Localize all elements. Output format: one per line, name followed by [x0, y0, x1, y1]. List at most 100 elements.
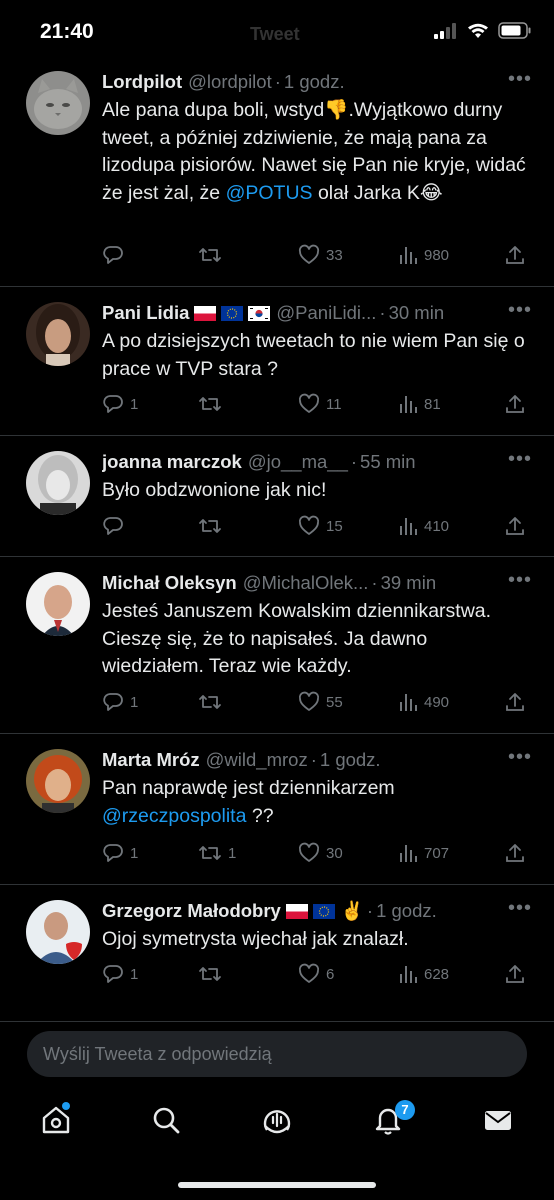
- reply-button[interactable]: 1: [102, 842, 138, 864]
- more-icon[interactable]: •••: [508, 746, 532, 769]
- views-icon: [398, 393, 418, 415]
- tweet-time: 1 godz.: [376, 900, 437, 921]
- tweet[interactable]: Pani Lidia @PaniLidi... · 30 min A po dz…: [0, 287, 554, 436]
- views-icon: [398, 691, 418, 713]
- retweet-button[interactable]: [198, 515, 222, 537]
- like-button[interactable]: 11: [298, 393, 342, 415]
- reply-button[interactable]: 1: [102, 691, 138, 713]
- views-button[interactable]: 628: [398, 963, 449, 985]
- tweet-text: Ojoj symetrysta wjechał jak znalazł.: [102, 928, 409, 950]
- tweet[interactable]: joanna marczok @jo__ma__ · 55 min Było o…: [0, 436, 554, 557]
- like-button[interactable]: 6: [298, 963, 334, 985]
- author-handle[interactable]: @jo__ma__: [248, 449, 348, 475]
- more-icon[interactable]: •••: [508, 299, 532, 322]
- views-icon: [398, 515, 418, 537]
- like-count: 33: [326, 246, 343, 264]
- like-count: 11: [326, 395, 342, 413]
- views-button[interactable]: 980: [398, 244, 449, 266]
- tweet[interactable]: Michał Oleksyn @MichalOlek... · 39 min J…: [0, 557, 554, 734]
- reply-count: 1: [130, 965, 139, 983]
- tweet-actions: 1 55 490: [102, 691, 528, 715]
- tweet-text: Było obdzwonione jak nic!: [102, 479, 327, 501]
- reply-feed: Lordpilot @lordpilot · 1 godz. Ale pana …: [0, 56, 554, 1022]
- avatar[interactable]: [26, 302, 90, 366]
- reply-input[interactable]: Wyślij Tweeta z odpowiedzią: [27, 1031, 527, 1077]
- like-button[interactable]: 15: [298, 515, 343, 537]
- avatar[interactable]: [26, 71, 90, 135]
- separator-dot: ·: [350, 451, 358, 472]
- messages-icon[interactable]: [482, 1104, 514, 1136]
- like-icon: [298, 842, 320, 864]
- share-button[interactable]: [504, 515, 526, 537]
- author-handle[interactable]: @MichalOlek...: [243, 570, 369, 596]
- separator-dot: ·: [366, 900, 374, 921]
- share-button[interactable]: [504, 963, 526, 985]
- notifications-badge: 7: [395, 1100, 415, 1120]
- retweet-icon: [198, 691, 222, 713]
- avatar[interactable]: [26, 900, 90, 964]
- views-button[interactable]: 707: [398, 842, 449, 864]
- tab-bar: [0, 1094, 554, 1154]
- like-count: 30: [326, 844, 343, 862]
- tweet[interactable]: Lordpilot @lordpilot · 1 godz. Ale pana …: [0, 56, 554, 287]
- author-name[interactable]: Lordpilot: [102, 69, 182, 95]
- author-handle[interactable]: @PaniLidi...: [276, 300, 376, 326]
- share-icon: [504, 842, 526, 864]
- tweet[interactable]: Grzegorz Małodobry ✌️ · 1 godz. Ojoj sym…: [0, 885, 554, 1022]
- like-button[interactable]: 30: [298, 842, 343, 864]
- like-button[interactable]: 33: [298, 244, 343, 266]
- author-handle[interactable]: @lordpilot: [188, 69, 272, 95]
- reply-button[interactable]: 1: [102, 963, 138, 985]
- retweet-button[interactable]: [198, 691, 222, 713]
- views-button[interactable]: 81: [398, 393, 441, 415]
- retweet-button[interactable]: [198, 244, 222, 266]
- views-button[interactable]: 410: [398, 515, 449, 537]
- retweet-button[interactable]: [198, 963, 222, 985]
- reply-button[interactable]: [102, 244, 124, 266]
- home-indicator[interactable]: [178, 1182, 376, 1188]
- tweet-header: joanna marczok @jo__ma__ · 55 min: [102, 449, 528, 475]
- share-button[interactable]: [504, 393, 526, 415]
- views-button[interactable]: 490: [398, 691, 449, 713]
- header-title: Tweet: [250, 24, 300, 44]
- spaces-icon[interactable]: [261, 1104, 293, 1136]
- reply-icon: [102, 842, 124, 864]
- share-icon: [504, 963, 526, 985]
- share-button[interactable]: [504, 842, 526, 864]
- reply-button[interactable]: 1: [102, 393, 138, 415]
- retweet-button[interactable]: 1: [198, 842, 236, 864]
- more-icon[interactable]: •••: [508, 897, 532, 920]
- tweet-time: 1 godz.: [319, 749, 381, 770]
- like-icon: [298, 393, 320, 415]
- tweet-time: 1 godz.: [283, 71, 345, 92]
- share-icon: [504, 244, 526, 266]
- tweet-header: Lordpilot @lordpilot · 1 godz.: [102, 69, 528, 95]
- more-icon[interactable]: •••: [508, 569, 532, 592]
- tweet[interactable]: Marta Mróz @wild_mroz · 1 godz. Pan napr…: [0, 734, 554, 885]
- author-handle[interactable]: @wild_mroz: [206, 747, 308, 773]
- views-icon: [398, 244, 418, 266]
- tweet-text: A po dzisiejszych tweetach to nie wiem P…: [102, 330, 525, 380]
- author-name[interactable]: Michał Oleksyn: [102, 570, 237, 596]
- retweet-button[interactable]: [198, 393, 222, 415]
- reply-button[interactable]: [102, 515, 124, 537]
- author-name[interactable]: Marta Mróz: [102, 747, 200, 773]
- author-name[interactable]: Pani Lidia: [102, 300, 189, 326]
- avatar[interactable]: [26, 451, 90, 515]
- author-name[interactable]: joanna marczok: [102, 449, 242, 475]
- views-count: 980: [424, 246, 450, 264]
- retweet-icon: [198, 842, 222, 864]
- avatar[interactable]: [26, 572, 90, 636]
- avatar[interactable]: [26, 749, 90, 813]
- tweet-actions: 1 6 628: [102, 963, 528, 987]
- eu-flag-icon: [312, 903, 335, 919]
- share-button[interactable]: [504, 691, 526, 713]
- more-icon[interactable]: •••: [508, 68, 532, 91]
- share-button[interactable]: [504, 244, 526, 266]
- author-name[interactable]: Grzegorz Małodobry: [102, 898, 281, 924]
- status-icons: [434, 22, 532, 39]
- like-button[interactable]: 55: [298, 691, 343, 713]
- search-icon[interactable]: [150, 1104, 182, 1136]
- reply-count: 1: [130, 395, 139, 413]
- more-icon[interactable]: •••: [508, 448, 532, 471]
